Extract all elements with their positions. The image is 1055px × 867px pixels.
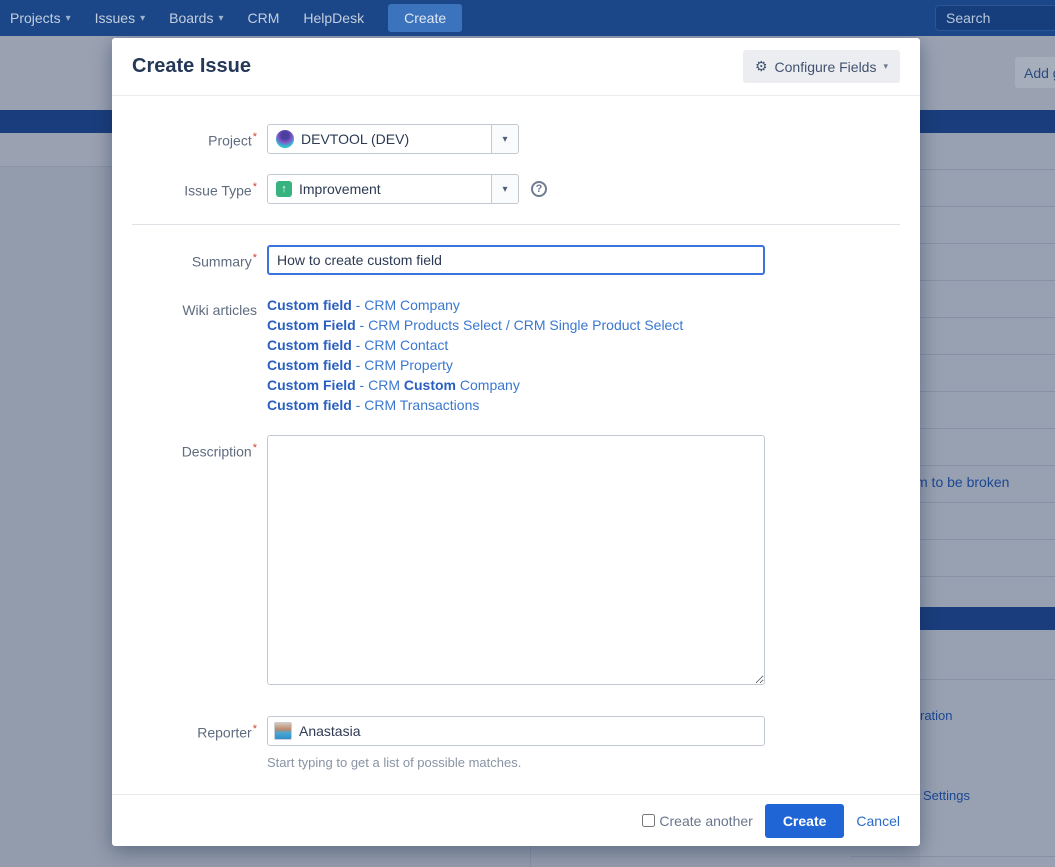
description-field-row: Description* bbox=[112, 435, 920, 690]
dimmed-right-panel bbox=[920, 630, 1055, 867]
dialog-title: Create Issue bbox=[132, 55, 251, 78]
create-another-option[interactable]: Create another bbox=[642, 813, 752, 829]
wiki-articles-row: Wiki articles Custom field - CRM Company… bbox=[112, 295, 920, 415]
create-another-checkbox[interactable] bbox=[642, 814, 655, 827]
configure-fields-button[interactable]: ⚙ Configure Fields ▾ bbox=[743, 50, 900, 83]
project-select[interactable]: DEVTOOL (DEV) ▾ bbox=[267, 124, 519, 154]
project-label: Project* bbox=[112, 124, 267, 154]
description-label: Description* bbox=[112, 435, 267, 690]
dimmed-section-bar-bottom bbox=[920, 607, 1055, 630]
nav-item-label: Projects bbox=[10, 10, 61, 26]
nav-item-boards[interactable]: Boards ▾ bbox=[169, 10, 223, 26]
nav-item-label: Boards bbox=[169, 10, 213, 26]
nav-item-crm[interactable]: CRM bbox=[248, 10, 280, 26]
chevron-down-icon: ▾ bbox=[883, 61, 888, 72]
nav-item-issues[interactable]: Issues ▾ bbox=[95, 10, 146, 26]
nav-create-button[interactable]: Create bbox=[388, 4, 462, 32]
reporter-label: Reporter* bbox=[112, 716, 267, 770]
dialog-header: Create Issue ⚙ Configure Fields ▾ bbox=[112, 38, 920, 96]
summary-input[interactable] bbox=[267, 245, 765, 275]
improvement-type-icon: ↑ bbox=[276, 181, 292, 197]
issue-type-select[interactable]: ↑ Improvement ▾ bbox=[267, 174, 519, 204]
dimmed-divider bbox=[920, 679, 1055, 680]
project-select-value: DEVTOOL (DEV) bbox=[301, 131, 409, 147]
cancel-link[interactable]: Cancel bbox=[856, 813, 900, 829]
search-input[interactable] bbox=[935, 5, 1055, 31]
section-divider bbox=[132, 224, 900, 225]
project-avatar-icon bbox=[276, 130, 294, 148]
chevron-down-icon: ▾ bbox=[140, 13, 145, 24]
dimmed-link-configuration[interactable]: ration bbox=[920, 708, 953, 723]
create-button[interactable]: Create bbox=[765, 804, 845, 838]
nav-item-label: Issues bbox=[95, 10, 135, 26]
wiki-article-link[interactable]: Custom field - CRM Contact bbox=[267, 335, 920, 355]
summary-label: Summary* bbox=[112, 245, 267, 275]
dialog-body: Project* DEVTOOL (DEV) ▾ Issue Type* bbox=[112, 96, 920, 794]
dimmed-divider bbox=[850, 856, 1055, 857]
summary-field-row: Summary* bbox=[112, 245, 920, 275]
project-select-dropdown-button[interactable]: ▾ bbox=[491, 125, 518, 153]
dialog-footer: Create another Create Cancel bbox=[112, 794, 920, 846]
issue-type-field-row: Issue Type* ↑ Improvement ▾ ? bbox=[112, 174, 920, 204]
nav-item-label: HelpDesk bbox=[303, 10, 364, 26]
dimmed-link-settings[interactable]: Settings bbox=[923, 788, 970, 803]
create-issue-dialog: Create Issue ⚙ Configure Fields ▾ Projec… bbox=[112, 38, 920, 846]
chevron-down-icon: ▾ bbox=[502, 134, 507, 145]
reporter-picker[interactable] bbox=[267, 716, 765, 746]
wiki-article-link[interactable]: Custom field - CRM Transactions bbox=[267, 395, 920, 415]
chevron-down-icon: ▾ bbox=[502, 184, 507, 195]
wiki-article-link[interactable]: Custom field - CRM Property bbox=[267, 355, 920, 375]
required-marker: * bbox=[253, 131, 257, 143]
help-icon[interactable]: ? bbox=[531, 181, 547, 197]
reporter-hint: Start typing to get a list of possible m… bbox=[267, 755, 920, 770]
wiki-article-link[interactable]: Custom field - CRM Company bbox=[267, 295, 920, 315]
dimmed-link-broken[interactable]: m to be broken bbox=[916, 474, 1009, 490]
wiki-article-link[interactable]: Custom Field - CRM Products Select / CRM… bbox=[267, 315, 920, 335]
issue-type-label: Issue Type* bbox=[112, 174, 267, 204]
wiki-articles-label: Wiki articles bbox=[112, 295, 267, 415]
dimmed-left-toolbar bbox=[0, 133, 112, 167]
chevron-down-icon: ▾ bbox=[218, 13, 223, 24]
chevron-down-icon: ▾ bbox=[66, 13, 71, 24]
configure-fields-label: Configure Fields bbox=[775, 59, 877, 75]
required-marker: * bbox=[253, 442, 257, 454]
issue-type-select-dropdown-button[interactable]: ▾ bbox=[491, 175, 518, 203]
create-another-label: Create another bbox=[659, 813, 752, 829]
description-textarea[interactable] bbox=[267, 435, 765, 685]
nav-item-helpdesk[interactable]: HelpDesk bbox=[303, 10, 364, 26]
gear-icon: ⚙ bbox=[755, 58, 768, 75]
reporter-field-row: Reporter* Start typing to get a list of … bbox=[112, 716, 920, 770]
add-gadget-button[interactable]: Add g bbox=[1015, 57, 1055, 88]
reporter-avatar bbox=[274, 722, 292, 740]
wiki-articles-list: Custom field - CRM Company Custom Field … bbox=[267, 295, 920, 415]
dimmed-right-list bbox=[920, 133, 1055, 607]
nav-item-projects[interactable]: Projects ▾ bbox=[10, 10, 71, 26]
required-marker: * bbox=[253, 723, 257, 735]
required-marker: * bbox=[253, 181, 257, 193]
dimmed-divider bbox=[530, 846, 531, 867]
nav-item-label: CRM bbox=[248, 10, 280, 26]
wiki-article-link[interactable]: Custom Field - CRM Custom Company bbox=[267, 375, 920, 395]
issue-type-select-value: Improvement bbox=[299, 181, 381, 197]
required-marker: * bbox=[253, 252, 257, 264]
reporter-input[interactable] bbox=[299, 723, 758, 739]
project-field-row: Project* DEVTOOL (DEV) ▾ bbox=[112, 124, 920, 154]
top-navigation: Projects ▾ Issues ▾ Boards ▾ CRM HelpDes… bbox=[0, 0, 1055, 36]
